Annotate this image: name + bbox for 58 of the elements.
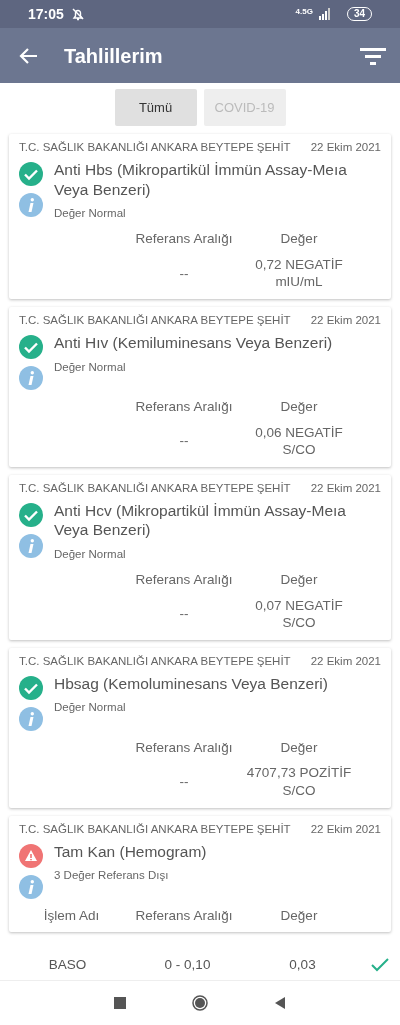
- filter-icon: [360, 46, 386, 65]
- filter-tab[interactable]: Tümü: [114, 89, 197, 126]
- column-header: Referans Aralığı: [134, 906, 234, 925]
- column-header: Değer: [279, 571, 319, 589]
- value-text: 4707,73 POZİTİF S/CO: [245, 764, 353, 800]
- test-title: Anti Hıv (Kemiluminesans Veya Benzeri): [54, 333, 334, 353]
- column-header: Değer: [279, 906, 319, 925]
- date-text: 22 Ekim 2021: [310, 653, 381, 669]
- status-note: Değer Normal: [54, 206, 127, 221]
- range-text: --: [178, 773, 190, 791]
- column-header: Referans Aralığı: [134, 571, 234, 589]
- info-icon: [19, 706, 43, 731]
- date-text: 22 Ekim 2021: [310, 312, 381, 328]
- info-icon: [19, 366, 43, 391]
- filter-button[interactable]: [360, 46, 386, 65]
- column-header: İşlem Adı: [42, 906, 101, 925]
- institution-text: T.C. SAĞLIK BAKANLIĞI ANKARA BEYTEPE ŞEHİT: [19, 140, 291, 155]
- status-note: Değer Normal: [54, 546, 127, 562]
- value-text: 0,06 NEGATİF S/CO: [254, 423, 344, 459]
- column-header: Değer: [279, 738, 319, 757]
- date-text: 22 Ekim 2021: [310, 821, 381, 837]
- value-text: 0,72 NEGATİF mIU/mL: [254, 255, 344, 291]
- recents-button[interactable]: [112, 995, 128, 1011]
- back-arrow-icon: [18, 46, 38, 65]
- network-text: 4.5G: [295, 6, 313, 18]
- institution-text: T.C. SAĞLIK BAKANLIĞI ANKARA BEYTEPE ŞEHİT: [19, 653, 291, 669]
- screen-title: Tahlillerim: [64, 43, 164, 68]
- column-header: Değer: [279, 398, 319, 416]
- date-text: 22 Ekim 2021: [310, 140, 381, 155]
- test-title: Anti Hbs (Mikropartikül İmmün Assay-Meıa Veya Benzeri): [54, 160, 348, 199]
- test-title: Tam Kan (Hemogram): [54, 841, 208, 862]
- signal-icon: [318, 8, 333, 20]
- test-title: Hbsag (Kemoluminesans Veya Benzeri): [54, 673, 329, 694]
- info-icon: [19, 193, 43, 218]
- column-header: Referans Aralığı: [134, 230, 234, 248]
- info-icon: [19, 874, 43, 899]
- date-text: 22 Ekim 2021: [310, 480, 381, 496]
- info-icon: [19, 534, 43, 559]
- institution-text: T.C. SAĞLIK BAKANLIĞI ANKARA BEYTEPE ŞEHİT: [19, 480, 291, 496]
- column-header: Değer: [279, 230, 319, 248]
- column-header: Referans Aralığı: [134, 398, 234, 416]
- value-text: 0,07 NEGATİF S/CO: [254, 596, 344, 632]
- column-header: Referans Aralığı: [134, 738, 234, 757]
- back-button[interactable]: [18, 46, 38, 65]
- home-button[interactable]: [192, 995, 208, 1011]
- range-text: --: [178, 605, 190, 623]
- test-title: Anti Hcv (Mikropartikül İmmün Assay-Meıa Veya Benzeri): [54, 501, 347, 540]
- clock-text: 17:05: [28, 4, 64, 24]
- test-name: BASO: [47, 956, 88, 975]
- status-note: 3 Değer Referans Dışı: [54, 868, 170, 884]
- status-note: Değer Normal: [54, 700, 127, 716]
- range-text: 0 - 0,10: [163, 956, 212, 975]
- institution-text: T.C. SAĞLIK BAKANLIĞI ANKARA BEYTEPE ŞEHİT: [19, 312, 291, 328]
- range-text: --: [178, 264, 190, 283]
- status-note: Değer Normal: [54, 359, 127, 375]
- range-text: --: [178, 432, 190, 450]
- value-text: 0,03: [288, 956, 317, 975]
- institution-text: T.C. SAĞLIK BAKANLIĞI ANKARA BEYTEPE ŞEHİT: [19, 821, 291, 837]
